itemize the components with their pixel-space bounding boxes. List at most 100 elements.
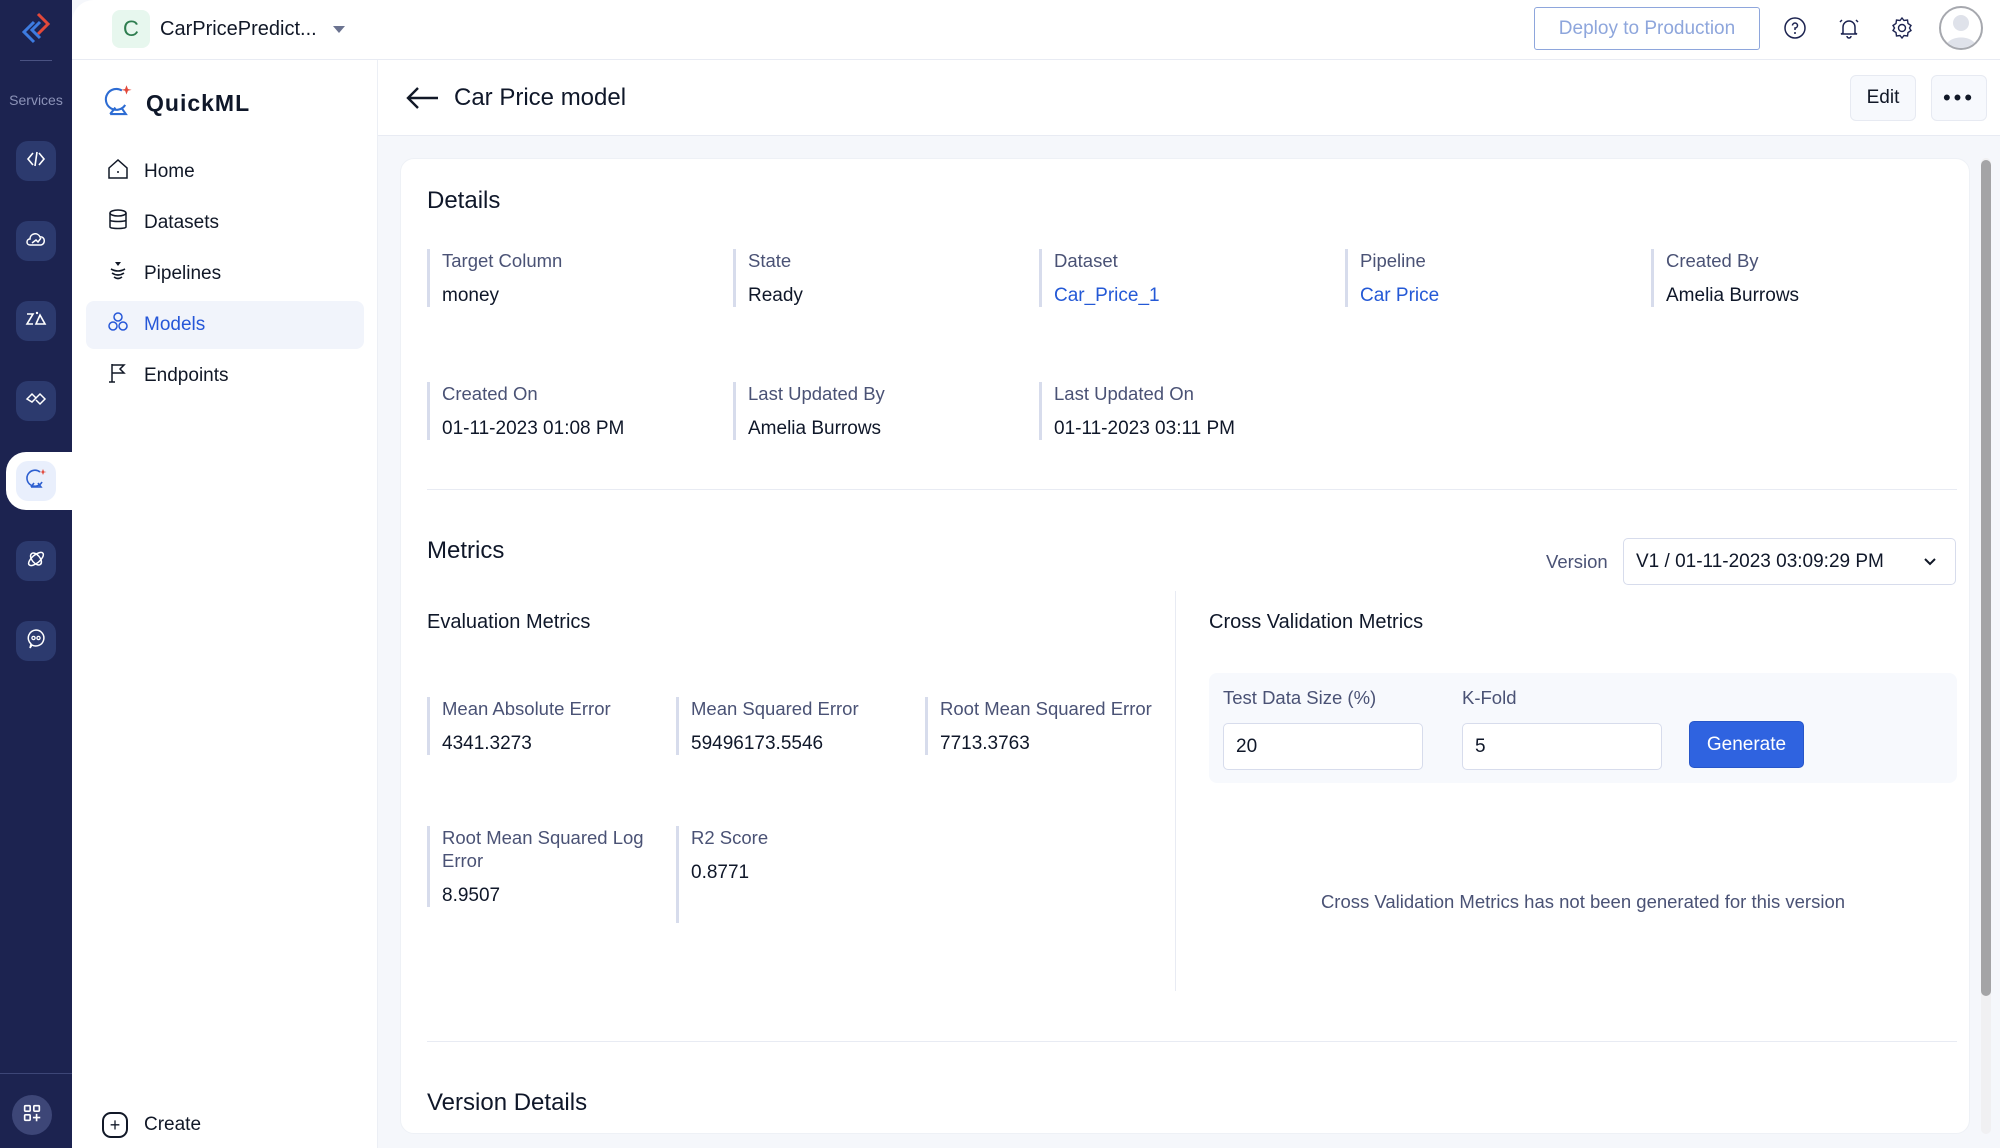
dataset-link[interactable]: Car_Price_1 [1054,284,1160,307]
field-label: Dataset [1054,250,1118,271]
sidebar-item-label: Home [144,161,195,182]
project-name: CarPricePredict... [160,17,317,40]
chevron-down-icon [1921,553,1939,571]
edit-button[interactable]: Edit [1850,75,1916,121]
bell-icon[interactable] [1835,14,1863,42]
detail-field-created-by: Created By Amelia Burrows [1651,249,1799,307]
rail-item-convokraft[interactable] [16,621,56,661]
rail-item-integrations[interactable] [16,381,56,421]
database-icon [106,208,144,238]
field-label: Created On [442,383,538,404]
version-selected-value: V1 / 01-11-2023 03:09:29 PM [1636,550,1884,572]
metric-mean-absolute-error: Mean Absolute Error 4341.3273 [427,697,657,755]
rail-item-zia[interactable] [16,301,56,341]
quickml-title: QuickML [146,90,251,116]
rail-item-quickml[interactable] [16,461,56,501]
field-label: Target Column [442,250,563,271]
quickml-brand: QuickML [102,84,250,123]
sidebar-item-label: Endpoints [144,365,229,386]
detail-field-dataset: Dataset Car_Price_1 [1039,249,1160,307]
version-label: Version [1546,551,1608,572]
metric-mean-squared-error: Mean Squared Error 59496173.5546 [676,697,906,755]
home-icon [106,157,144,187]
field-label: Pipeline [1360,250,1426,271]
test-data-size-input[interactable] [1223,723,1423,770]
sidebar-item-datasets[interactable]: Datasets [86,199,364,247]
models-icon [106,310,144,340]
cross-validation-form: Test Data Size (%) K-Fold Generate [1209,673,1957,783]
sidebar-item-label: Models [144,314,206,335]
field-value: 01-11-2023 03:11 PM [1054,418,1235,439]
metric-value: 59496173.5546 [691,733,824,754]
user-avatar[interactable] [1939,6,1983,50]
metric-value: 4341.3273 [442,733,532,754]
arrow-left-icon [402,87,442,118]
metric-label: Mean Squared Error [691,698,859,719]
detail-field-state: State Ready [733,249,803,307]
more-horizontal-icon: ••• [1942,85,1976,110]
more-options-button[interactable]: ••• [1931,75,1987,121]
catalyst-logo-icon[interactable] [18,10,54,46]
page-header: Car Price model Edit ••• [378,60,2000,136]
pipeline-link[interactable]: Car Price [1360,284,1439,307]
chat-bot-icon [24,627,48,656]
metric-label: Root Mean Squared Error [940,698,1152,719]
field-label: State [748,250,792,271]
caret-down-icon [332,25,345,33]
apps-add-button[interactable] [12,1095,52,1135]
plus-icon: + [102,1112,128,1138]
sidebar-item-models[interactable]: Models [86,301,364,349]
detail-field-last-updated-by: Last Updated By Amelia Burrows [733,382,885,440]
back-button[interactable] [402,82,442,114]
rail-item-connectors[interactable] [16,541,56,581]
detail-field-target-column: Target Column money [427,249,562,307]
section-divider [427,1041,1957,1042]
rail-item-cloud-scale[interactable] [16,221,56,261]
settings-icon[interactable] [1888,14,1916,42]
field-label: Last Updated By [748,383,885,404]
sidebar-item-home[interactable]: Home [86,148,364,196]
create-label: Create [144,1114,202,1135]
content-scrollbar[interactable] [1981,158,1991,1134]
project-switcher[interactable]: C CarPricePredict... [112,10,345,48]
detail-field-created-on: Created On 01-11-2023 01:08 PM [427,382,624,440]
generate-button[interactable]: Generate [1689,721,1804,768]
top-bar: C CarPricePredict... Deploy to Productio… [72,0,2000,60]
field-value: Amelia Burrows [1666,285,1800,306]
sidebar-item-endpoints[interactable]: Endpoints [86,352,364,400]
code-brackets-icon [24,147,48,176]
handshake-icon [24,387,48,416]
cloud-chart-icon [24,227,48,256]
page-title: Car Price model [454,84,627,111]
metric-value: 0.8771 [691,862,750,883]
field-label: Last Updated On [1054,383,1194,404]
metric-value: 8.9507 [442,885,501,906]
metric-value: 7713.3763 [940,733,1030,754]
quickml-sidebar: QuickML Home Datasets Pipelines Models E… [72,60,378,1148]
deploy-to-production-button[interactable]: Deploy to Production [1534,7,1760,50]
field-value: Amelia Burrows [748,418,882,439]
scrollbar-thumb[interactable] [1981,160,1991,996]
sidebar-item-pipelines[interactable]: Pipelines [86,250,364,298]
field-label: Created By [1666,250,1759,271]
sidebar-item-label: Pipelines [144,263,222,284]
sidebar-item-label: Datasets [144,212,219,233]
metric-r2-score: R2 Score 0.8771 [676,826,906,923]
rail-divider [20,60,52,61]
sidebar-nav: Home Datasets Pipelines Models Endpoints [86,148,364,403]
project-avatar: C [112,10,150,48]
create-button[interactable]: + Create [102,1112,201,1138]
rail-item-api-gateway[interactable] [16,141,56,181]
version-details-title: Version Details [427,1089,588,1116]
metric-label: R2 Score [691,827,769,848]
zia-icon [24,307,48,336]
apps-add-icon [21,1102,43,1129]
field-value: money [442,285,500,306]
k-fold-input[interactable] [1462,723,1662,770]
test-data-size-label: Test Data Size (%) [1223,687,1377,708]
flag-icon [106,361,144,391]
detail-field-pipeline: Pipeline Car Price [1345,249,1439,307]
help-icon[interactable] [1781,14,1809,42]
field-value: 01-11-2023 01:08 PM [442,418,625,439]
version-select[interactable]: V1 / 01-11-2023 03:09:29 PM [1623,538,1956,585]
